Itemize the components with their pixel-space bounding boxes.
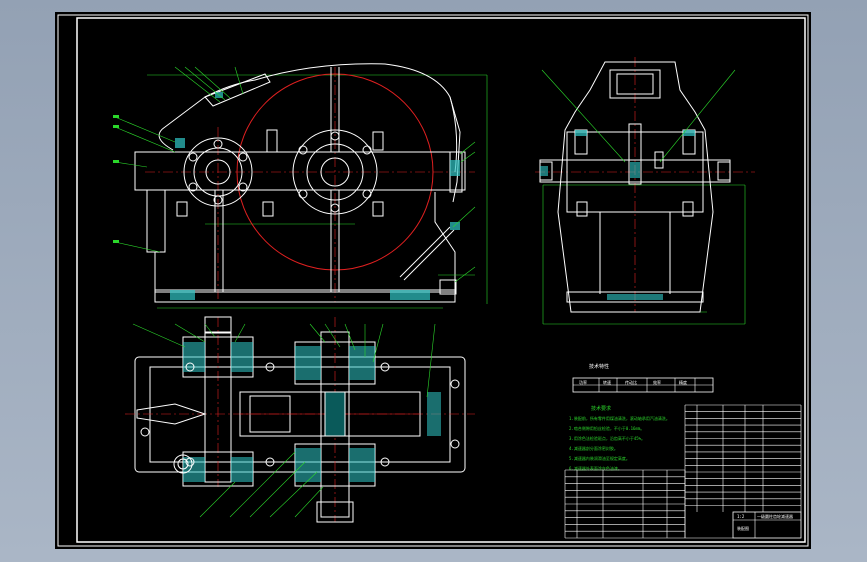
svg-text:转速: 转速	[603, 379, 611, 385]
svg-text:4.减速器剖分面涂密封胶。: 4.减速器剖分面涂密封胶。	[569, 445, 618, 451]
svg-text:效率: 效率	[653, 379, 661, 385]
technical-notes: 技术要求 1.装配前，所有零件用煤油清洗，滚动轴承用汽油清洗。 2.啮合侧隙用铅…	[569, 405, 670, 471]
svg-text:3.用涂色法检验斑点，沿齿高不小于45%。: 3.用涂色法检验斑点，沿齿高不小于45%。	[569, 435, 645, 441]
tech-table-title: 技术特性	[589, 363, 609, 370]
svg-text:1.装配前，所有零件用煤油清洗，滚动轴承用汽油清洗。: 1.装配前，所有零件用煤油清洗，滚动轴承用汽油清洗。	[569, 415, 670, 421]
svg-text:2.啮合侧隙用铅丝检验，不小于0.16mm。: 2.啮合侧隙用铅丝检验，不小于0.16mm。	[569, 425, 644, 431]
side-view	[535, 57, 755, 325]
front-view	[113, 63, 488, 309]
title-block-sheet: 装配图	[737, 525, 749, 531]
cad-drawing-canvas[interactable]: 技术特性 功率 转速 传动比 效率 精度 技术要求 1.装配前，所有零件用煤油清…	[55, 12, 811, 549]
plan-view	[125, 316, 475, 523]
title-block-name: 一级圆柱齿轮减速器	[757, 513, 793, 519]
title-block: 一级圆柱齿轮减速器 1:2 装配图	[732, 511, 802, 539]
svg-text:传动比: 传动比	[625, 379, 637, 385]
svg-text:精度: 精度	[679, 379, 687, 385]
notes-title: 技术要求	[591, 405, 611, 412]
outer-border	[57, 14, 809, 547]
tech-spec-table: 技术特性 功率 转速 传动比 效率 精度	[572, 363, 714, 393]
drawing-sheet: 技术特性 功率 转速 传动比 效率 精度 技术要求 1.装配前，所有零件用煤油清…	[55, 12, 811, 549]
svg-text:功率: 功率	[579, 379, 587, 385]
title-block-scale: 1:2	[737, 514, 745, 519]
svg-text:5.减速器内装润滑油至规定高度。: 5.减速器内装润滑油至规定高度。	[569, 455, 630, 461]
